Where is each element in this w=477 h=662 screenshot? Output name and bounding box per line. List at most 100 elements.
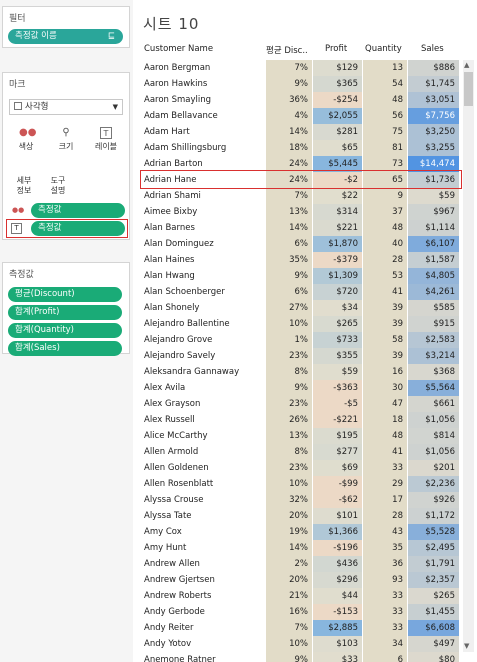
profit-cell: $436 <box>313 556 362 572</box>
scrollbar-thumb[interactable] <box>464 72 473 106</box>
table-row[interactable]: Alan Shonely 27% $34 39 $585 <box>133 300 463 316</box>
worksheet-view: 시트 10 Customer Name 평균 Disc.. Profit Qua… <box>133 0 477 662</box>
table-row[interactable]: Andrew Roberts 21% $44 33 $265 <box>133 588 463 604</box>
sales-cell: $6,608 <box>408 620 459 636</box>
sales-cell: $1,736 <box>408 172 459 188</box>
table-row[interactable]: Alex Russell 26% -$221 18 $1,056 <box>133 412 463 428</box>
customer-name-cell: Alan Schoenberger <box>144 287 225 297</box>
customer-name-cell: Aaron Smayling <box>144 95 212 105</box>
table-row[interactable]: Alan Barnes 14% $221 48 $1,114 <box>133 220 463 236</box>
table-row[interactable]: Alejandro Savely 23% $355 39 $3,214 <box>133 348 463 364</box>
measure-pill-sales[interactable]: 합계(Sales) <box>8 341 122 356</box>
col-avg-discount[interactable]: 평균 Disc.. <box>266 44 308 56</box>
table-row[interactable]: Aaron Bergman 7% $129 13 $886 <box>133 60 463 76</box>
palette-icon: ●● <box>19 127 37 138</box>
measure-pill-profit[interactable]: 합계(Profit) <box>8 305 122 320</box>
table-row[interactable]: Adam Hart 14% $281 75 $3,250 <box>133 124 463 140</box>
table-row[interactable]: Amy Cox 19% $1,366 43 $5,528 <box>133 524 463 540</box>
table-row[interactable]: Andrew Allen 2% $436 36 $1,791 <box>133 556 463 572</box>
customer-name-cell: Adam Hart <box>144 127 190 137</box>
filter-pill-measure-names[interactable]: 측정값 이름 ⊑ <box>8 29 123 44</box>
measure-values-card: 측정값 평균(Discount) 합계(Profit) 합계(Quantity)… <box>2 262 130 356</box>
mark-type-select[interactable]: 사각형 ▼ <box>9 99 123 115</box>
table-row[interactable]: Aimee Bixby 13% $314 37 $967 <box>133 204 463 220</box>
sales-cell: $1,056 <box>408 412 459 428</box>
table-row[interactable]: Andy Gerbode 16% -$153 33 $1,455 <box>133 604 463 620</box>
sales-cell: $4,261 <box>408 284 459 300</box>
table-row[interactable]: Alan Hwang 9% $1,309 53 $4,805 <box>133 268 463 284</box>
quantity-cell: 28 <box>363 508 407 524</box>
tooltip-button[interactable]: 도구 설명 <box>43 163 73 195</box>
profit-cell: $34 <box>313 300 362 316</box>
discount-cell: 16% <box>266 604 312 620</box>
profit-cell: $277 <box>313 444 362 460</box>
marks-pill-color[interactable]: 측정값 <box>31 203 125 218</box>
col-customer-name[interactable]: Customer Name <box>144 44 213 54</box>
filters-title: 필터 <box>9 14 26 24</box>
table-row[interactable]: Aleksandra Gannaway 8% $59 16 $368 <box>133 364 463 380</box>
profit-cell: $365 <box>313 76 362 92</box>
table-row[interactable]: Amy Hunt 14% -$196 35 $2,495 <box>133 540 463 556</box>
discount-cell: 10% <box>266 636 312 652</box>
table-row[interactable]: Alan Dominguez 6% $1,870 40 $6,107 <box>133 236 463 252</box>
measure-pill-discount[interactable]: 평균(Discount) <box>8 287 122 302</box>
table-row[interactable]: Andy Yotov 10% $103 34 $497 <box>133 636 463 652</box>
discount-cell: 4% <box>266 108 312 124</box>
vertical-scrollbar[interactable] <box>463 60 474 652</box>
table-row[interactable]: Alan Haines 35% -$379 28 $1,587 <box>133 252 463 268</box>
table-row[interactable]: Adrian Shami 7% $22 9 $59 <box>133 188 463 204</box>
discount-cell: 8% <box>266 444 312 460</box>
sales-cell: $3,051 <box>408 92 459 108</box>
quantity-cell: 54 <box>363 76 407 92</box>
marks-pill-label[interactable]: 측정값 <box>31 221 125 236</box>
customer-name-cell: Andy Reiter <box>144 623 194 633</box>
table-row[interactable]: Aaron Smayling 36% -$254 48 $3,051 <box>133 92 463 108</box>
table-row[interactable]: Adrian Barton 24% $5,445 73 $14,474 <box>133 156 463 172</box>
discount-cell: 7% <box>266 60 312 76</box>
table-row[interactable]: Alice McCarthy 13% $195 48 $814 <box>133 428 463 444</box>
table-row[interactable]: Alejandro Grove 1% $733 58 $2,583 <box>133 332 463 348</box>
measure-pill-quantity[interactable]: 합계(Quantity) <box>8 323 122 338</box>
discount-cell: 23% <box>266 396 312 412</box>
color-button[interactable]: ●● 색상 <box>9 125 43 157</box>
tooltip-label: 도구 설명 <box>50 176 66 195</box>
profit-cell: $1,309 <box>313 268 362 284</box>
sales-cell: $265 <box>408 588 459 604</box>
table-row[interactable]: Alyssa Crouse 32% -$62 17 $926 <box>133 492 463 508</box>
table-row[interactable]: Adrian Hane 24% -$2 65 $1,736 <box>133 172 463 188</box>
size-button[interactable]: ⚲ 크기 <box>49 125 83 157</box>
table-row[interactable]: Adam Bellavance 4% $2,055 56 $7,756 <box>133 108 463 124</box>
profit-cell: $355 <box>313 348 362 364</box>
table-row[interactable]: Adam Shillingsburg 18% $65 81 $3,255 <box>133 140 463 156</box>
sales-cell: $59 <box>408 188 459 204</box>
table-row[interactable]: Allen Rosenblatt 10% -$99 29 $2,236 <box>133 476 463 492</box>
table-row[interactable]: Anemone Ratner 9% $33 6 $80 <box>133 652 463 662</box>
col-profit[interactable]: Profit <box>325 44 347 54</box>
table-row[interactable]: Allen Goldenen 23% $69 33 $201 <box>133 460 463 476</box>
table-row[interactable]: Alex Avila 9% -$363 30 $5,564 <box>133 380 463 396</box>
table-row[interactable]: Allen Armold 8% $277 41 $1,056 <box>133 444 463 460</box>
measure-pill-label: 합계(Profit) <box>15 307 60 317</box>
profit-cell: -$363 <box>313 380 362 396</box>
table-row[interactable]: Andy Reiter 7% $2,885 33 $6,608 <box>133 620 463 636</box>
scroll-down-icon[interactable]: ▼ <box>464 642 469 650</box>
table-row[interactable]: Andrew Gjertsen 20% $296 93 $2,357 <box>133 572 463 588</box>
col-sales[interactable]: Sales <box>421 44 444 54</box>
customer-name-cell: Alan Haines <box>144 255 195 265</box>
marks-card: 마크 사각형 ▼ ●● 색상 ⚲ 크기 T 레이블 세부 정보 도구 설명 ●● 측 <box>2 72 130 240</box>
label-button[interactable]: T 레이블 <box>89 125 123 157</box>
scroll-up-icon[interactable]: ▲ <box>464 61 469 69</box>
discount-cell: 23% <box>266 348 312 364</box>
table-row[interactable]: Alejandro Ballentine 10% $265 39 $915 <box>133 316 463 332</box>
table-row[interactable]: Aaron Hawkins 9% $365 54 $1,745 <box>133 76 463 92</box>
table-row[interactable]: Alyssa Tate 20% $101 28 $1,172 <box>133 508 463 524</box>
profit-cell: $22 <box>313 188 362 204</box>
profit-cell: -$153 <box>313 604 362 620</box>
quantity-cell: 36 <box>363 556 407 572</box>
discount-cell: 20% <box>266 572 312 588</box>
col-quantity[interactable]: Quantity <box>365 44 402 54</box>
table-body: Aaron Bergman 7% $129 13 $886 Aaron Hawkins 9%… <box>133 60 463 662</box>
detail-button[interactable]: 세부 정보 <box>9 163 39 195</box>
table-row[interactable]: Alex Grayson 23% -$5 47 $661 <box>133 396 463 412</box>
table-row[interactable]: Alan Schoenberger 6% $720 41 $4,261 <box>133 284 463 300</box>
